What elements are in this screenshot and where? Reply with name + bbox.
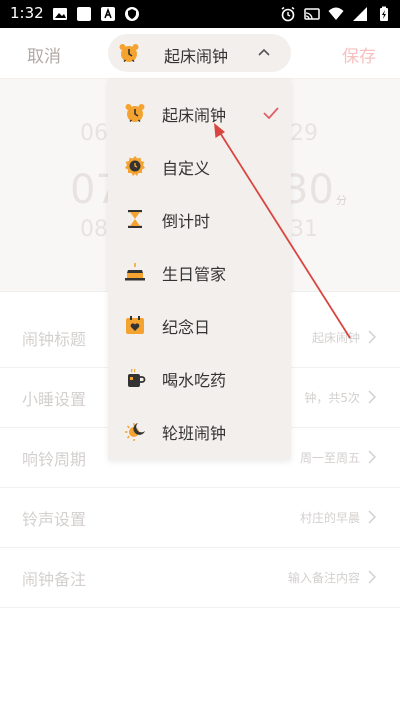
menu-item-countdown[interactable]: 倒计时 bbox=[108, 193, 291, 246]
alarm-type-selector[interactable]: 起床闹钟 bbox=[108, 34, 291, 72]
hourglass-icon bbox=[128, 210, 142, 228]
chevron-right-icon bbox=[368, 570, 376, 584]
setting-value: 钟，共5次 bbox=[304, 391, 360, 405]
blank-square-icon bbox=[77, 7, 91, 21]
menu-item-label: 轮班闹钟 bbox=[162, 424, 227, 443]
sun-moon-icon bbox=[125, 423, 145, 441]
setting-value: 村庄的早晨 bbox=[299, 511, 360, 525]
status-bar: 1:32 bbox=[0, 0, 400, 28]
menu-item-birthday[interactable]: 生日管家 bbox=[108, 246, 291, 299]
picker-hour-prev: 06 bbox=[80, 121, 108, 146]
menu-item-shift-alarm[interactable]: 轮班闹钟 bbox=[108, 405, 291, 458]
save-button[interactable]: 保存 bbox=[342, 42, 376, 67]
picker-minute-prev: 29 bbox=[290, 121, 318, 146]
setting-value: 周一至周五 bbox=[299, 451, 360, 465]
calendar-heart-icon bbox=[126, 316, 144, 334]
minute-unit-label: 分 bbox=[336, 194, 347, 207]
menu-item-custom[interactable]: 自定义 bbox=[108, 140, 291, 193]
menu-item-label: 纪念日 bbox=[162, 318, 211, 337]
menu-item-anniversary[interactable]: 纪念日 bbox=[108, 299, 291, 352]
battery-charging-icon bbox=[380, 6, 388, 21]
setting-label: 响铃周期 bbox=[22, 450, 87, 469]
setting-label: 闹钟备注 bbox=[22, 570, 87, 589]
cup-icon bbox=[128, 368, 146, 387]
selector-label: 起床闹钟 bbox=[164, 47, 229, 66]
alarm-edit-header: 取消 起床闹钟 保存 bbox=[0, 28, 400, 79]
alarm-type-dropdown: 起床闹钟 自定义 倒计时 生日管家 纪念日 喝水吃药 轮班闹钟 bbox=[108, 79, 291, 460]
setting-note[interactable]: 闹钟备注 输入备注内容 bbox=[0, 548, 400, 608]
setting-label: 铃声设置 bbox=[22, 510, 87, 529]
image-icon bbox=[53, 8, 67, 20]
a-letter-icon bbox=[101, 7, 115, 21]
check-icon bbox=[263, 107, 279, 119]
signal-icon bbox=[353, 7, 367, 21]
menu-item-label: 生日管家 bbox=[162, 265, 227, 284]
setting-value: 输入备注内容 bbox=[287, 571, 360, 585]
setting-value: 起床闹钟 bbox=[311, 331, 360, 345]
alarm-clock-icon bbox=[119, 44, 139, 63]
menu-item-drink-medicine[interactable]: 喝水吃药 bbox=[108, 352, 291, 405]
chevron-right-icon bbox=[368, 390, 376, 404]
menu-item-label: 起床闹钟 bbox=[162, 106, 227, 125]
chevron-right-icon bbox=[368, 450, 376, 464]
status-left-icons bbox=[52, 6, 140, 22]
wifi-icon bbox=[328, 7, 344, 20]
setting-label: 小睡设置 bbox=[22, 390, 87, 409]
picker-hour-next: 08 bbox=[80, 217, 108, 242]
birthday-cake-icon bbox=[125, 263, 145, 281]
chevron-right-icon bbox=[368, 510, 376, 524]
status-right-icons bbox=[280, 6, 392, 22]
menu-item-wakeup-alarm[interactable]: 起床闹钟 bbox=[108, 87, 291, 140]
cancel-button[interactable]: 取消 bbox=[27, 42, 61, 67]
chevron-right-icon bbox=[368, 330, 376, 344]
picker-minute-next: 31 bbox=[290, 217, 318, 242]
shield-icon bbox=[125, 7, 139, 21]
menu-item-label: 倒计时 bbox=[162, 212, 211, 231]
setting-ringtone[interactable]: 铃声设置 村庄的早晨 bbox=[0, 488, 400, 548]
cast-icon bbox=[304, 8, 320, 20]
menu-item-label: 自定义 bbox=[162, 159, 211, 178]
menu-item-label: 喝水吃药 bbox=[162, 371, 227, 390]
alarm-icon bbox=[281, 6, 295, 22]
setting-label: 闹钟标题 bbox=[22, 330, 87, 349]
status-time: 1:32 bbox=[10, 4, 44, 22]
chevron-up-icon bbox=[258, 48, 270, 56]
alarm-clock-icon bbox=[125, 104, 145, 123]
custom-clock-icon bbox=[125, 156, 145, 176]
